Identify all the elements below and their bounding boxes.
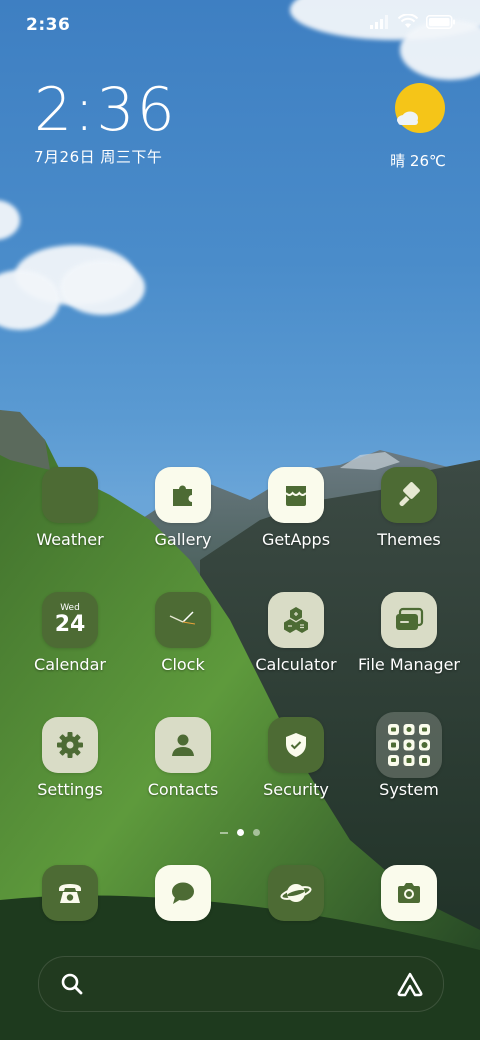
dock-camera[interactable]: [353, 865, 465, 921]
calendar-icon: Wed 24: [42, 592, 98, 648]
status-icons: [370, 14, 456, 29]
dock-browser[interactable]: [240, 865, 352, 921]
app-security[interactable]: Security: [240, 717, 352, 799]
brush-icon: [381, 467, 437, 523]
status-bar: 2:36: [0, 0, 480, 50]
wifi-icon: [398, 14, 418, 28]
app-clock[interactable]: Clock: [127, 592, 239, 674]
sun-cloud-icon: [395, 83, 445, 133]
gear-icon: [42, 717, 98, 773]
weather-text: 晴 26℃: [390, 152, 446, 170]
app-label: Themes: [377, 530, 441, 549]
search-bar[interactable]: [38, 956, 444, 1012]
app-label: Security: [263, 780, 329, 799]
person-icon: [155, 717, 211, 773]
app-weather[interactable]: Weather: [14, 467, 126, 549]
app-label: Weather: [36, 530, 104, 549]
app-label: Calendar: [34, 655, 106, 674]
app-label: File Manager: [358, 655, 460, 674]
dock-phone[interactable]: [14, 865, 126, 921]
app-contacts[interactable]: Contacts: [127, 717, 239, 799]
page-indicator[interactable]: [0, 829, 480, 836]
assistant-icon[interactable]: [395, 971, 425, 997]
status-time: 2:36: [26, 15, 71, 35]
search-icon[interactable]: [59, 971, 85, 997]
battery-icon: [426, 14, 455, 29]
messages-icon: [155, 865, 211, 921]
page-indicator-dash: [220, 831, 228, 834]
widget-time: 2:36: [34, 75, 177, 145]
weather-widget[interactable]: 晴 26℃: [390, 82, 446, 171]
app-label: Contacts: [147, 780, 219, 799]
app-label: Calculator: [255, 655, 337, 674]
shield-icon: [268, 717, 324, 773]
weather-app-icon: [42, 467, 98, 523]
signal-icon: [370, 14, 388, 29]
app-calendar[interactable]: Wed 24 Calendar: [14, 592, 126, 674]
clock-widget[interactable]: 2:36 7月26日 周三下午: [34, 78, 177, 167]
browser-icon: [268, 865, 324, 921]
app-gallery[interactable]: Gallery: [127, 467, 239, 549]
clock-icon: [155, 592, 211, 648]
folder-icon: [381, 592, 437, 648]
app-file-manager[interactable]: File Manager: [353, 592, 465, 674]
store-icon: [268, 467, 324, 523]
widget-date: 7月26日 周三下午: [34, 148, 163, 166]
folder-grid-icon: [376, 712, 442, 778]
calculator-icon: [268, 592, 324, 648]
app-label: GetApps: [261, 530, 331, 549]
app-getapps[interactable]: GetApps: [240, 467, 352, 549]
dock-messages[interactable]: [127, 865, 239, 921]
page-dot-active: [237, 829, 244, 836]
app-settings[interactable]: Settings: [14, 717, 126, 799]
phone-icon: [42, 865, 98, 921]
puzzle-icon: [155, 467, 211, 523]
app-label: Clock: [161, 655, 205, 674]
app-label: Gallery: [154, 530, 212, 549]
app-label: System: [379, 780, 439, 799]
app-label: Settings: [37, 780, 103, 799]
calendar-date: 24: [54, 612, 86, 637]
page-dot: [253, 829, 260, 836]
camera-icon: [381, 865, 437, 921]
app-system-folder[interactable]: System: [353, 712, 465, 799]
app-calculator[interactable]: Calculator: [240, 592, 352, 674]
app-themes[interactable]: Themes: [353, 467, 465, 549]
